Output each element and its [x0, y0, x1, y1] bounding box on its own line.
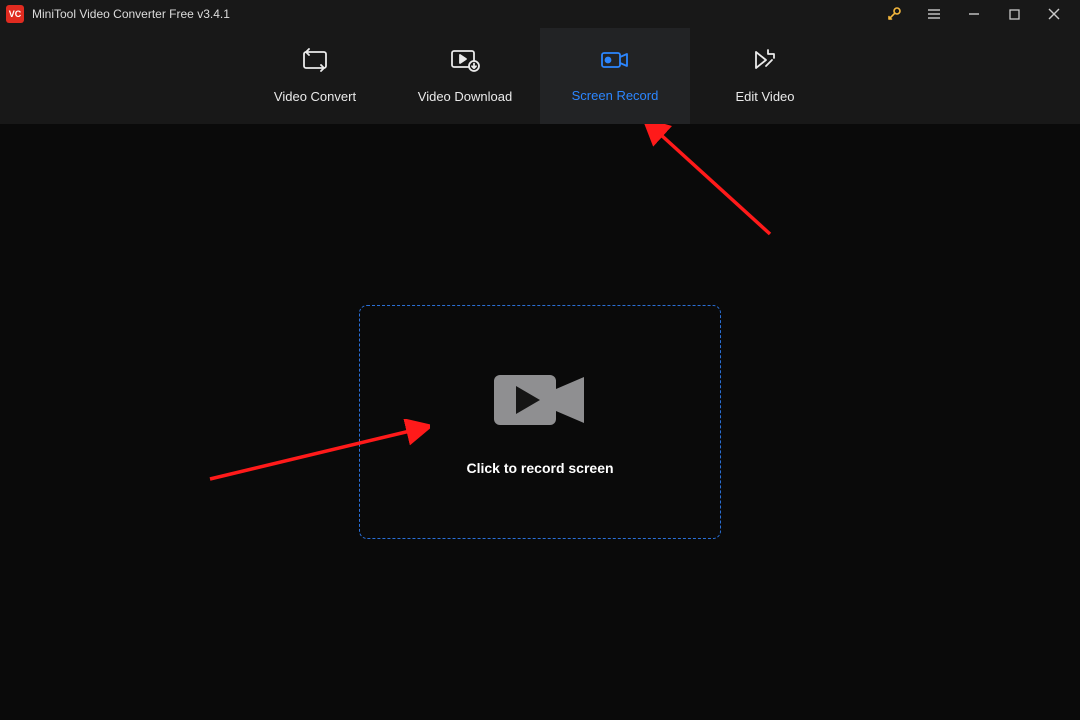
download-icon — [450, 48, 480, 75]
tab-label: Video Download — [418, 89, 512, 104]
main-tabs: Video Convert Video Download Screen Reco… — [0, 28, 1080, 124]
convert-icon — [300, 48, 330, 75]
record-cta-label: Click to record screen — [466, 460, 613, 476]
minimize-button[interactable] — [954, 0, 994, 28]
screen-record-panel: Click to record screen — [0, 124, 1080, 720]
app-logo: VC — [6, 5, 24, 23]
record-screen-button[interactable]: Click to record screen — [359, 305, 721, 539]
record-icon — [600, 49, 630, 74]
menu-icon[interactable] — [914, 0, 954, 28]
tab-screen-record[interactable]: Screen Record — [540, 28, 690, 124]
tab-video-convert[interactable]: Video Convert — [240, 28, 390, 124]
tab-label: Screen Record — [572, 88, 659, 103]
tab-label: Video Convert — [274, 89, 356, 104]
maximize-button[interactable] — [994, 0, 1034, 28]
app-title: MiniTool Video Converter Free v3.4.1 — [32, 7, 230, 21]
tab-video-download[interactable]: Video Download — [390, 28, 540, 124]
tab-edit-video[interactable]: Edit Video — [690, 28, 840, 124]
annotation-arrow-top — [630, 124, 790, 244]
close-button[interactable] — [1034, 0, 1074, 28]
camera-icon — [490, 369, 590, 436]
key-icon[interactable] — [874, 0, 914, 28]
titlebar: VC MiniTool Video Converter Free v3.4.1 — [0, 0, 1080, 28]
edit-icon — [752, 48, 778, 75]
tab-label: Edit Video — [735, 89, 794, 104]
